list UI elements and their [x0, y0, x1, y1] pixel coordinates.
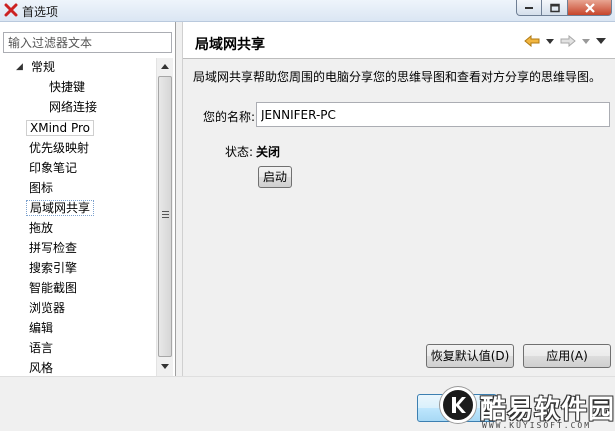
tree-item-label: 印象笔记 [29, 161, 78, 175]
xmind-app-icon [4, 3, 18, 17]
history-nav [524, 35, 606, 47]
chevron-up-icon [161, 63, 169, 69]
tree-item-label: 拼写检查 [29, 241, 78, 255]
tree-item-label: 拖放 [29, 221, 54, 235]
back-history-dropdown[interactable] [546, 38, 554, 44]
tree-item-search-engine[interactable]: 搜索引擎 [26, 259, 80, 277]
watermark-logo-icon [440, 387, 476, 423]
minimize-button[interactable] [516, 0, 542, 16]
tree-item-label: 编辑 [29, 321, 54, 335]
watermark: 酷易软件园 WWW.KUYISOFT.COM [440, 387, 615, 431]
watermark-url: WWW.KUYISOFT.COM [482, 421, 592, 430]
name-field[interactable] [256, 102, 610, 127]
status-value: 关闭 [256, 145, 281, 159]
preference-page: 局域网共享 局域网共享帮助您周围的电脑分享您的思维导图和查看对方分享的思维导图。… [182, 22, 615, 376]
tree-item-label: 常规 [31, 60, 56, 74]
back-arrow-icon [524, 35, 540, 47]
tree-item-shortcuts[interactable]: 快捷键 [46, 78, 88, 96]
chevron-down-icon [161, 363, 169, 369]
back-button[interactable] [524, 35, 540, 47]
tree-item-spell-check[interactable]: 拼写检查 [26, 239, 80, 257]
tree-item-lan-sharing[interactable]: 局域网共享 [26, 199, 95, 217]
apply-button[interactable]: 应用(A) [523, 344, 611, 368]
preferences-tree-pane: ◢ 常规 快捷键 网络连接 XMind Pro 优先级映射 印象笔记 图标 局域… [0, 22, 176, 376]
tree-item-drag-drop[interactable]: 拖放 [26, 219, 56, 237]
page-description: 局域网共享帮助您周围的电脑分享您的思维导图和查看对方分享的思维导图。 [193, 70, 602, 84]
tree-item-browser[interactable]: 浏览器 [26, 299, 68, 317]
tree-item-label: 图标 [29, 181, 54, 195]
tree-item-label: 搜索引擎 [29, 261, 78, 275]
tree-item-label: 语言 [29, 341, 54, 355]
maximize-button[interactable] [542, 0, 568, 16]
scroll-down-button[interactable] [157, 358, 173, 374]
maximize-icon [549, 3, 560, 12]
tree-item-evernote[interactable]: 印象笔记 [26, 159, 80, 177]
tree-item-label: 网络连接 [49, 100, 98, 114]
expand-arrow-icon[interactable]: ◢ [16, 58, 23, 76]
tree-scrollbar[interactable] [156, 58, 173, 376]
close-button[interactable] [568, 0, 612, 16]
tree-item-label: 优先级映射 [29, 141, 90, 155]
restore-defaults-button[interactable]: 恢复默认值(D) [426, 344, 514, 368]
tree-item-general[interactable]: ◢ 常规 [16, 58, 58, 76]
tree-item-language[interactable]: 语言 [26, 339, 56, 357]
chevron-down-icon [546, 38, 554, 44]
tree-item-label: 智能截图 [29, 281, 78, 295]
tree-item-icons[interactable]: 图标 [26, 179, 56, 197]
tree-item-smart-screenshot[interactable]: 智能截图 [26, 279, 80, 297]
dialog-button-bar: 酷易软件园 WWW.KUYISOFT.COM [0, 376, 615, 431]
chevron-down-icon [582, 38, 590, 44]
name-label: 您的名称: [203, 110, 256, 124]
filter-input[interactable] [3, 32, 172, 53]
scroll-up-button[interactable] [157, 58, 173, 74]
minimize-icon [525, 6, 533, 9]
start-button[interactable]: 启动 [258, 166, 292, 188]
window-controls [516, 0, 612, 16]
tree-item-network[interactable]: 网络连接 [46, 98, 100, 116]
tree-item-edit[interactable]: 编辑 [26, 319, 56, 337]
tree-item-label: 快捷键 [49, 80, 86, 94]
tree-item-label: XMind Pro [26, 120, 94, 136]
view-menu-icon [596, 38, 606, 44]
page-header: 局域网共享 [183, 22, 615, 59]
window-title: 首选项 [22, 5, 59, 19]
title-bar: 首选项 [0, 0, 615, 22]
page-title: 局域网共享 [195, 37, 265, 53]
view-menu-button[interactable] [596, 38, 606, 44]
forward-button[interactable] [560, 35, 576, 47]
tree-item-priority-mapping[interactable]: 优先级映射 [26, 139, 92, 157]
tree-item-style[interactable]: 风格 [26, 359, 56, 377]
tree-item-xmind-pro[interactable]: XMind Pro [26, 119, 94, 137]
forward-arrow-icon [560, 35, 576, 47]
forward-history-dropdown[interactable] [582, 38, 590, 44]
tree-item-label: 局域网共享 [26, 200, 95, 216]
status-label: 状态: [225, 145, 254, 159]
scrollbar-thumb[interactable] [158, 76, 172, 357]
close-icon [584, 2, 595, 13]
grip-icon [162, 211, 169, 220]
tree-item-label: 浏览器 [29, 301, 66, 315]
tree-item-label: 风格 [29, 361, 54, 375]
